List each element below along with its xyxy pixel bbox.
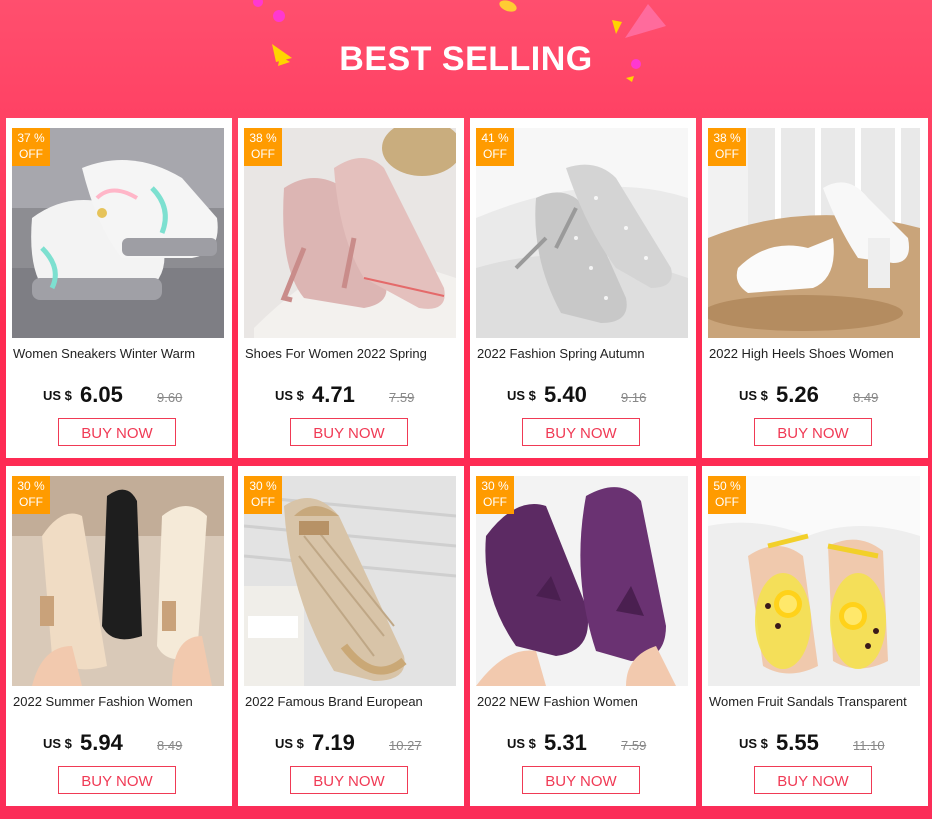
product-card[interactable]: 30 % OFF 2022 Summer Fashion Women US $ … [6, 466, 232, 806]
product-card[interactable]: 30 % OFF 2022 Famous Brand European US $… [238, 466, 464, 806]
currency-label: US $ [275, 388, 304, 403]
discount-off-label: OFF [19, 147, 43, 161]
product-card[interactable]: 50 % OFF Women Fruit Sandals Transparent… [702, 466, 928, 806]
sale-price: 6.05 [80, 382, 123, 407]
buy-now-button[interactable]: BUY NOW [290, 418, 408, 446]
price-row: US $ 5.94 8.49 [6, 730, 232, 756]
discount-badge: 41 % OFF [476, 128, 514, 166]
product-card[interactable]: 38 % OFF 2022 High Heels Shoes Women US … [702, 118, 928, 458]
sale-price: 5.26 [776, 382, 819, 407]
sale-price: 5.40 [544, 382, 587, 407]
discount-off-label: OFF [251, 495, 275, 509]
discount-off-label: OFF [251, 147, 275, 161]
sale-price: 5.31 [544, 730, 587, 755]
currency-label: US $ [507, 388, 536, 403]
product-name[interactable]: 2022 Fashion Spring Autumn [477, 346, 689, 361]
product-name[interactable]: 2022 High Heels Shoes Women [709, 346, 921, 361]
buy-now-button[interactable]: BUY NOW [754, 766, 872, 794]
original-price: 8.49 [157, 738, 183, 753]
price-row: US $ 7.19 10.27 [238, 730, 464, 756]
sale-price: 5.94 [80, 730, 123, 755]
discount-badge: 50 % OFF [708, 476, 746, 514]
currency-label: US $ [507, 736, 536, 751]
discount-badge: 30 % OFF [244, 476, 282, 514]
product-name[interactable]: Women Fruit Sandals Transparent [709, 694, 921, 709]
discount-badge: 30 % OFF [12, 476, 50, 514]
currency-label: US $ [43, 388, 72, 403]
discount-percent: 30 % [17, 479, 45, 493]
original-price: 11.10 [853, 738, 885, 753]
original-price: 7.59 [389, 390, 415, 405]
price-row: US $ 5.55 11.10 [702, 730, 928, 756]
price-row: US $ 5.40 9.16 [470, 382, 696, 408]
discount-badge: 38 % OFF [244, 128, 282, 166]
product-card[interactable]: 38 % OFF Shoes For Women 2022 Spring US … [238, 118, 464, 458]
product-name[interactable]: 2022 Famous Brand European [245, 694, 457, 709]
product-card[interactable]: 30 % OFF 2022 NEW Fashion Women US $ 5.3… [470, 466, 696, 806]
currency-label: US $ [739, 388, 768, 403]
discount-badge: 37 % OFF [12, 128, 50, 166]
buy-now-button[interactable]: BUY NOW [58, 766, 176, 794]
currency-label: US $ [275, 736, 304, 751]
discount-badge: 30 % OFF [476, 476, 514, 514]
sale-price: 4.71 [312, 382, 355, 407]
buy-now-button[interactable]: BUY NOW [58, 418, 176, 446]
product-name[interactable]: Women Sneakers Winter Warm [13, 346, 225, 361]
currency-label: US $ [739, 736, 768, 751]
sale-price: 7.19 [312, 730, 355, 755]
discount-off-label: OFF [19, 495, 43, 509]
price-row: US $ 5.26 8.49 [702, 382, 928, 408]
discount-percent: 30 % [249, 479, 277, 493]
product-card[interactable]: 37 % OFF Women Sneakers Winter Warm US $… [6, 118, 232, 458]
currency-label: US $ [43, 736, 72, 751]
buy-now-button[interactable]: BUY NOW [290, 766, 408, 794]
buy-now-button[interactable]: BUY NOW [754, 418, 872, 446]
discount-off-label: OFF [715, 147, 739, 161]
buy-now-button[interactable]: BUY NOW [522, 418, 640, 446]
discount-percent: 41 % [481, 131, 509, 145]
price-row: US $ 4.71 7.59 [238, 382, 464, 408]
discount-off-label: OFF [483, 147, 507, 161]
discount-off-label: OFF [483, 495, 507, 509]
best-selling-page: BEST SELLING 37 % OFF Women Sneakers Win… [0, 0, 932, 819]
original-price: 9.16 [621, 390, 647, 405]
price-row: US $ 6.05 9.60 [6, 382, 232, 408]
product-name[interactable]: Shoes For Women 2022 Spring [245, 346, 457, 361]
price-row: US $ 5.31 7.59 [470, 730, 696, 756]
discount-percent: 38 % [249, 131, 277, 145]
original-price: 7.59 [621, 738, 647, 753]
sale-price: 5.55 [776, 730, 819, 755]
product-card[interactable]: 41 % OFF 2022 Fashion Spring Autumn US $… [470, 118, 696, 458]
original-price: 9.60 [157, 390, 183, 405]
product-name[interactable]: 2022 Summer Fashion Women [13, 694, 225, 709]
discount-off-label: OFF [715, 495, 739, 509]
buy-now-button[interactable]: BUY NOW [522, 766, 640, 794]
discount-percent: 38 % [713, 131, 741, 145]
product-name[interactable]: 2022 NEW Fashion Women [477, 694, 689, 709]
product-grid: 37 % OFF Women Sneakers Winter Warm US $… [0, 0, 932, 819]
discount-percent: 30 % [481, 479, 509, 493]
discount-badge: 38 % OFF [708, 128, 746, 166]
discount-percent: 37 % [17, 131, 45, 145]
discount-percent: 50 % [713, 479, 741, 493]
original-price: 8.49 [853, 390, 879, 405]
original-price: 10.27 [389, 738, 422, 753]
